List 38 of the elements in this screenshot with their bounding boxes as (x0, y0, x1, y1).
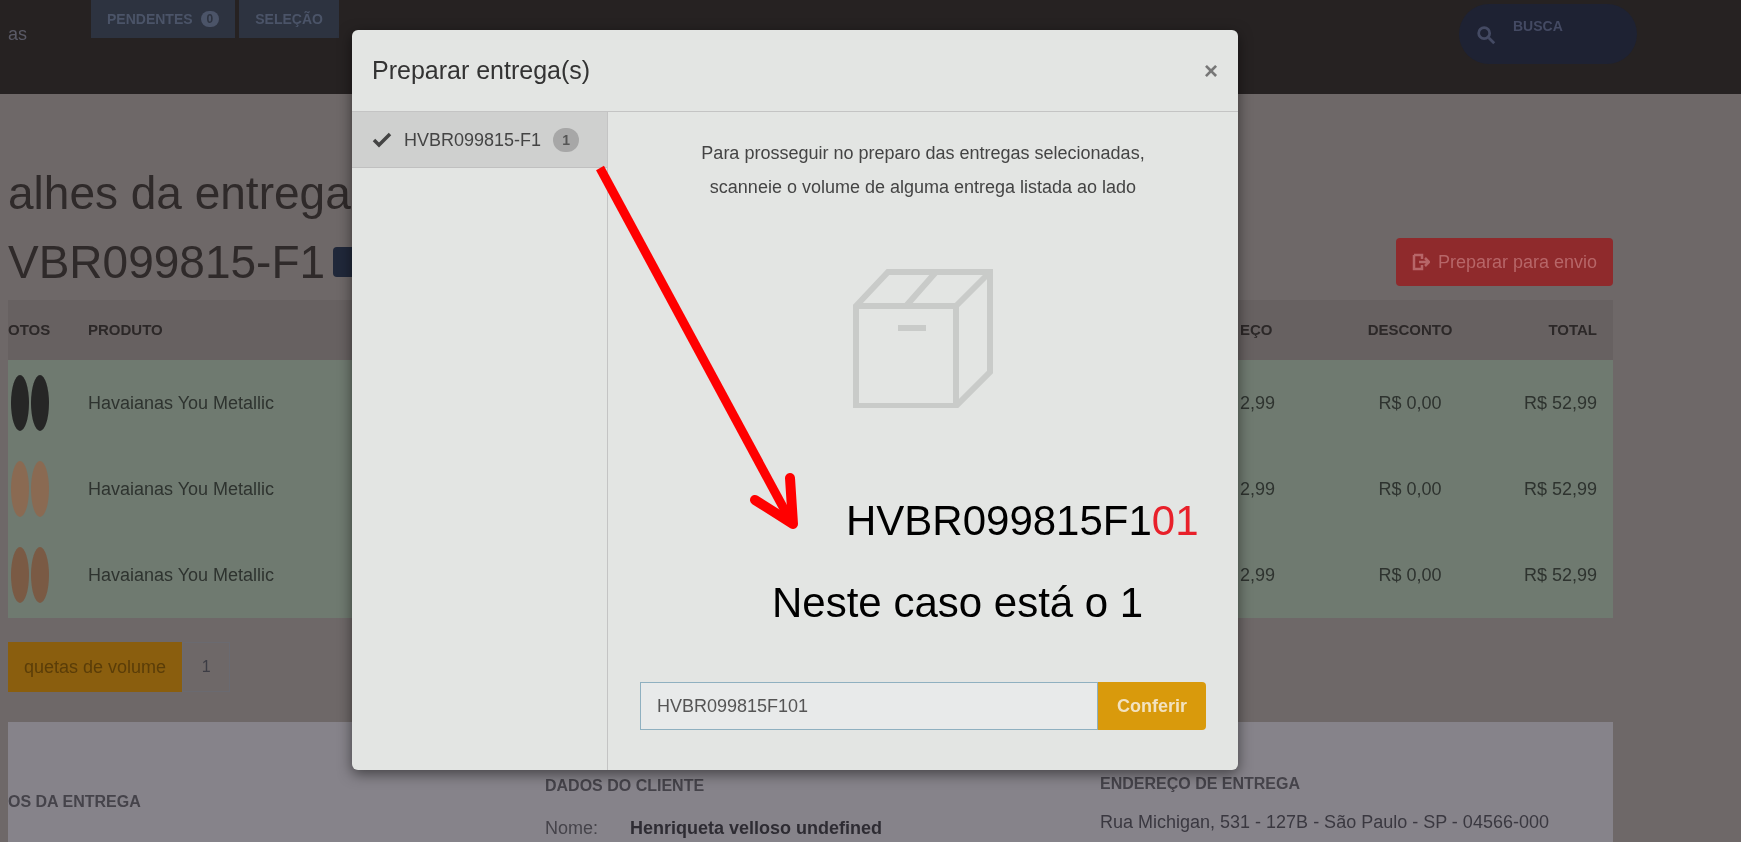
product-name: Havaianas You Metallic (88, 392, 276, 415)
instructions-text: Para prosseguir no preparo das entregas selecionadas, scanneie o volume de alguma entrega listada ao lado (700, 142, 1146, 199)
search-icon (1475, 24, 1497, 46)
check-icon (372, 131, 392, 148)
scan-input-field[interactable]: HVBR099815F101 (640, 682, 1098, 730)
nav-text: as (8, 23, 27, 46)
table-cell-text: R$ 52,99 (1522, 564, 1597, 587)
annotation-code: HVBR099815F101 (846, 500, 1199, 542)
count-badge: 1 (553, 127, 580, 152)
table-cell-text: 2,99 (1240, 392, 1277, 415)
section-heading: DADOS DO CLIENTE (545, 776, 706, 796)
field-label: Nome: (545, 817, 598, 840)
table-cell-text: R$ 0,00 (1377, 478, 1443, 501)
exit-icon (1411, 253, 1430, 271)
product-name: Havaianas You Metallic (88, 564, 276, 587)
table-cell-text: R$ 0,00 (1377, 564, 1443, 587)
client-name: Henriqueta velloso undefined (630, 817, 883, 840)
close-button[interactable]: × (1204, 54, 1218, 87)
column-header: EÇO (1240, 319, 1274, 340)
column-header: TOTAL (1547, 319, 1597, 340)
column-header: DESCONTO (1366, 319, 1454, 340)
column-header: PRODUTO (88, 319, 164, 340)
table-cell-text: R$ 52,99 (1522, 392, 1597, 415)
column-header: OTOS (8, 319, 52, 340)
product-name: Havaianas You Metallic (88, 478, 276, 501)
table-cell-text: 2,99 (1240, 478, 1277, 501)
table-cell-text: R$ 0,00 (1377, 392, 1443, 415)
check-button[interactable]: Conferir (1098, 682, 1206, 730)
prepare-shipping-button[interactable]: Preparar para envio (1395, 238, 1613, 286)
section-heading: ENDEREÇO DE ENTREGA (1100, 774, 1302, 794)
address-text: Rua Michigan, 531 - 127B - São Paulo - SP - 04566-000 (1100, 811, 1550, 834)
delivery-list-item[interactable]: HVBR099815-F1 1 (352, 112, 607, 168)
delivery-id: VBR099815-F1 (8, 239, 326, 285)
modal-title: Preparar entrega(s) (372, 54, 591, 86)
annotation-note: Neste caso está o 1 (772, 582, 1144, 624)
section-heading: OS DA ENTREGA (8, 792, 142, 812)
table-cell-text: R$ 52,99 (1522, 478, 1597, 501)
table-cell-text: 2,99 (1240, 564, 1277, 587)
